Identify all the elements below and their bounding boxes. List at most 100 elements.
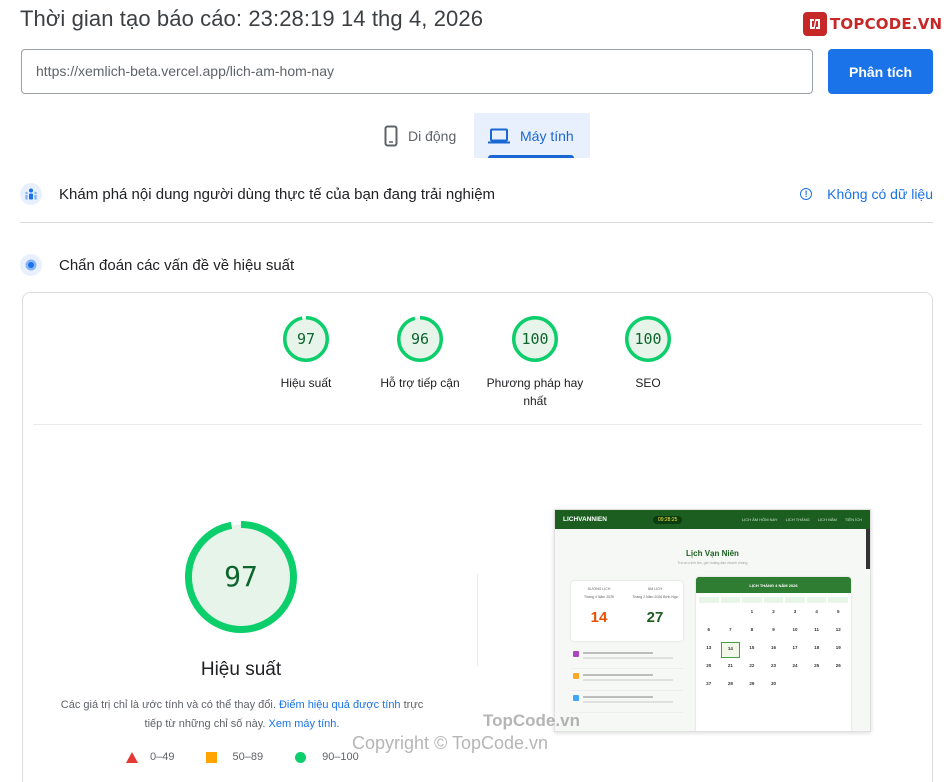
thumb-row-icon (573, 695, 579, 701)
phone-icon (384, 125, 398, 146)
thumb-day-cell: 8 (750, 627, 754, 632)
thumb-lunar-col: ÂM LỊCH Tháng 2 Năm 2026 Bính Ngọ (630, 587, 680, 599)
thumb-day-cell (699, 606, 719, 622)
users-icon (20, 183, 42, 205)
thumb-day-cell: 6 (707, 627, 711, 632)
thumb-day-cell (828, 678, 848, 694)
score-label: Hiệu suất (280, 376, 332, 390)
thumb-info-row (571, 691, 683, 713)
thumb-day-cell: 1 (750, 609, 754, 614)
thumb-day-cell: 29 (749, 681, 755, 686)
watermark-copyright: Copyright © TopCode.vn (352, 733, 549, 753)
thumb-day-cell: 21 (727, 663, 733, 668)
thumb-info-list (571, 647, 683, 713)
thumb-day-cell: 3 (793, 609, 797, 614)
thumb-row-line (583, 696, 653, 698)
thumb-clock: 09:28:25 (652, 515, 683, 524)
thumb-link: LỊCH THÁNG (785, 517, 810, 522)
thumb-solar-label: DƯƠNG LỊCH (587, 587, 611, 591)
calculator-link[interactable]: Xem máy tính. (269, 718, 340, 730)
active-tab-indicator (488, 155, 574, 158)
gauge-ring: 100 (511, 315, 559, 363)
thumb-row-icon (573, 673, 579, 679)
watermark-logo-text: TopCode.vn (483, 711, 580, 730)
thumb-row-line (583, 701, 673, 703)
tab-mobile[interactable]: Di động (378, 113, 472, 158)
gauge-best-practices[interactable]: 100 Phương pháp hay nhất (483, 315, 587, 410)
field-data-heading: Khám phá nội dung người dùng thực tế của… (59, 185, 496, 203)
score-label: Phương pháp hay nhất (486, 376, 584, 408)
thumb-info-row (571, 647, 683, 669)
thumb-title: Lịch Vạn Niên (686, 549, 739, 558)
section-divider (20, 222, 933, 223)
thumb-day-cell: 27 (706, 681, 712, 686)
legend-pass: 90–100 (295, 751, 359, 763)
score-value: 100 (521, 330, 549, 348)
diagnostics-heading: Chẩn đoán các vấn đề về hiệu suất (59, 256, 295, 274)
gauge-ring: 100 (624, 315, 672, 363)
thumb-calendar-grid: 1 2 3 4 5 6 7 8 9 10 11 12 13 14 15 16 17 18 19 20 21 22 23 24 2… (699, 597, 848, 694)
circle-icon (295, 751, 307, 763)
thumb-day-cell: 2 (772, 609, 775, 614)
thumb-day-cell: 30 (770, 681, 776, 686)
diagnostics-section: Chẩn đoán các vấn đề về hiệu suất (20, 253, 933, 277)
thumb-day-cell (807, 678, 827, 694)
gauge-performance[interactable]: 97 Hiệu suất (271, 315, 341, 392)
thumb-day-cell: 17 (792, 645, 798, 650)
thumb-lunar-month: Tháng 2 Năm 2026 Bính Ngọ (632, 595, 678, 599)
thumb-nav-links: LỊCH ÂM HÔM NAY LỊCH THÁNG LỊCH NĂM TIỆN… (742, 517, 862, 522)
thumb-day-cell: 7 (729, 627, 732, 632)
thumb-day-cell: 10 (792, 627, 798, 632)
score-calc-link[interactable]: Điểm hiệu quả được tính (279, 699, 401, 711)
thumb-link: TIỆN ÍCH (844, 517, 862, 522)
tab-desktop[interactable]: Máy tính (474, 113, 590, 158)
thumb-day-cell: 19 (835, 645, 841, 650)
square-icon (206, 751, 218, 763)
url-input[interactable]: https://xemlich-beta.vercel.app/lich-am-… (21, 49, 813, 94)
thumb-day-cell: 11 (814, 627, 820, 632)
thumb-row-line (583, 674, 653, 676)
report-title: Thời gian tạo báo cáo: 23:28:19 14 thg 4… (20, 6, 484, 31)
analyze-button[interactable]: Phân tích (828, 49, 933, 94)
thumb-day-cell: 9 (772, 627, 775, 632)
thumb-solar-day: 14 (590, 609, 608, 626)
thumb-day-cell: 4 (815, 609, 818, 614)
legend-range: 50–89 (232, 751, 264, 763)
note-text: Các giá trị chỉ là ước tính và có thể th… (60, 699, 276, 711)
logo-badge-icon (803, 12, 827, 36)
gauge-accessibility[interactable]: 96 Hỗ trợ tiếp cận (375, 315, 465, 392)
gauge-seo[interactable]: 100 SEO (613, 315, 683, 392)
score-value: 97 (296, 330, 316, 348)
legend-average: 50–89 (206, 751, 263, 763)
scores-card: 97 Hiệu suất 96 Hỗ trợ tiếp cận 100 Phươ… (22, 292, 933, 782)
thumb-day-cell: 5 (836, 609, 840, 614)
thumb-weekdays (699, 597, 848, 603)
lab-icon (20, 254, 42, 276)
thumb-day-cell: 18 (814, 645, 820, 650)
thumb-days: 1 2 3 4 5 6 7 8 9 10 11 12 13 14 15 16 17 18 19 20 21 22 23 24 2… (699, 606, 848, 694)
info-icon: ! (800, 188, 813, 200)
thumb-lunar-day: 27 (646, 609, 664, 626)
thumb-lunar-label: ÂM LỊCH (647, 587, 663, 591)
page-screenshot-thumbnail: LICHVANNIEN 09:28:25 LỊCH ÂM HÔM NAY LỊC… (554, 509, 871, 732)
logo-text: TOPCODE.VN (830, 15, 943, 33)
no-data-link[interactable]: ! Không có dữ liệu (800, 186, 933, 202)
thumb-calendar-title: LỊCH THÁNG 4 NĂM 2026 (696, 577, 851, 593)
thumb-calendar: LỊCH THÁNG 4 NĂM 2026 1 2 3 4 5 6 7 8 9 10 11 12 13 1… (696, 577, 851, 731)
score-label: Hỗ trợ tiếp cận (380, 376, 460, 390)
main-score-label: Hiệu suất (200, 659, 282, 680)
thumb-row-line (583, 679, 673, 681)
thumb-day-cell: 20 (706, 663, 712, 668)
thumb-day-cell: 14 (720, 642, 741, 658)
card-divider (33, 424, 922, 425)
thumb-date-card: DƯƠNG LỊCH Tháng 4 Năm 2026 ÂM LỊCH Tháng … (571, 581, 683, 641)
thumb-solar-col: DƯƠNG LỊCH Tháng 4 Năm 2026 (574, 587, 624, 599)
thumb-row-icon (573, 651, 579, 657)
thumb-day-cell: 25 (814, 663, 820, 668)
thumb-day-cell: 28 (727, 681, 733, 686)
triangle-icon (126, 751, 138, 763)
score-note: Các giá trị chỉ là ước tính và có thể th… (51, 696, 433, 734)
thumb-info-row (571, 669, 683, 691)
legend-fail: 0–49 (126, 751, 174, 763)
thumb-day-cell: 16 (770, 645, 776, 650)
